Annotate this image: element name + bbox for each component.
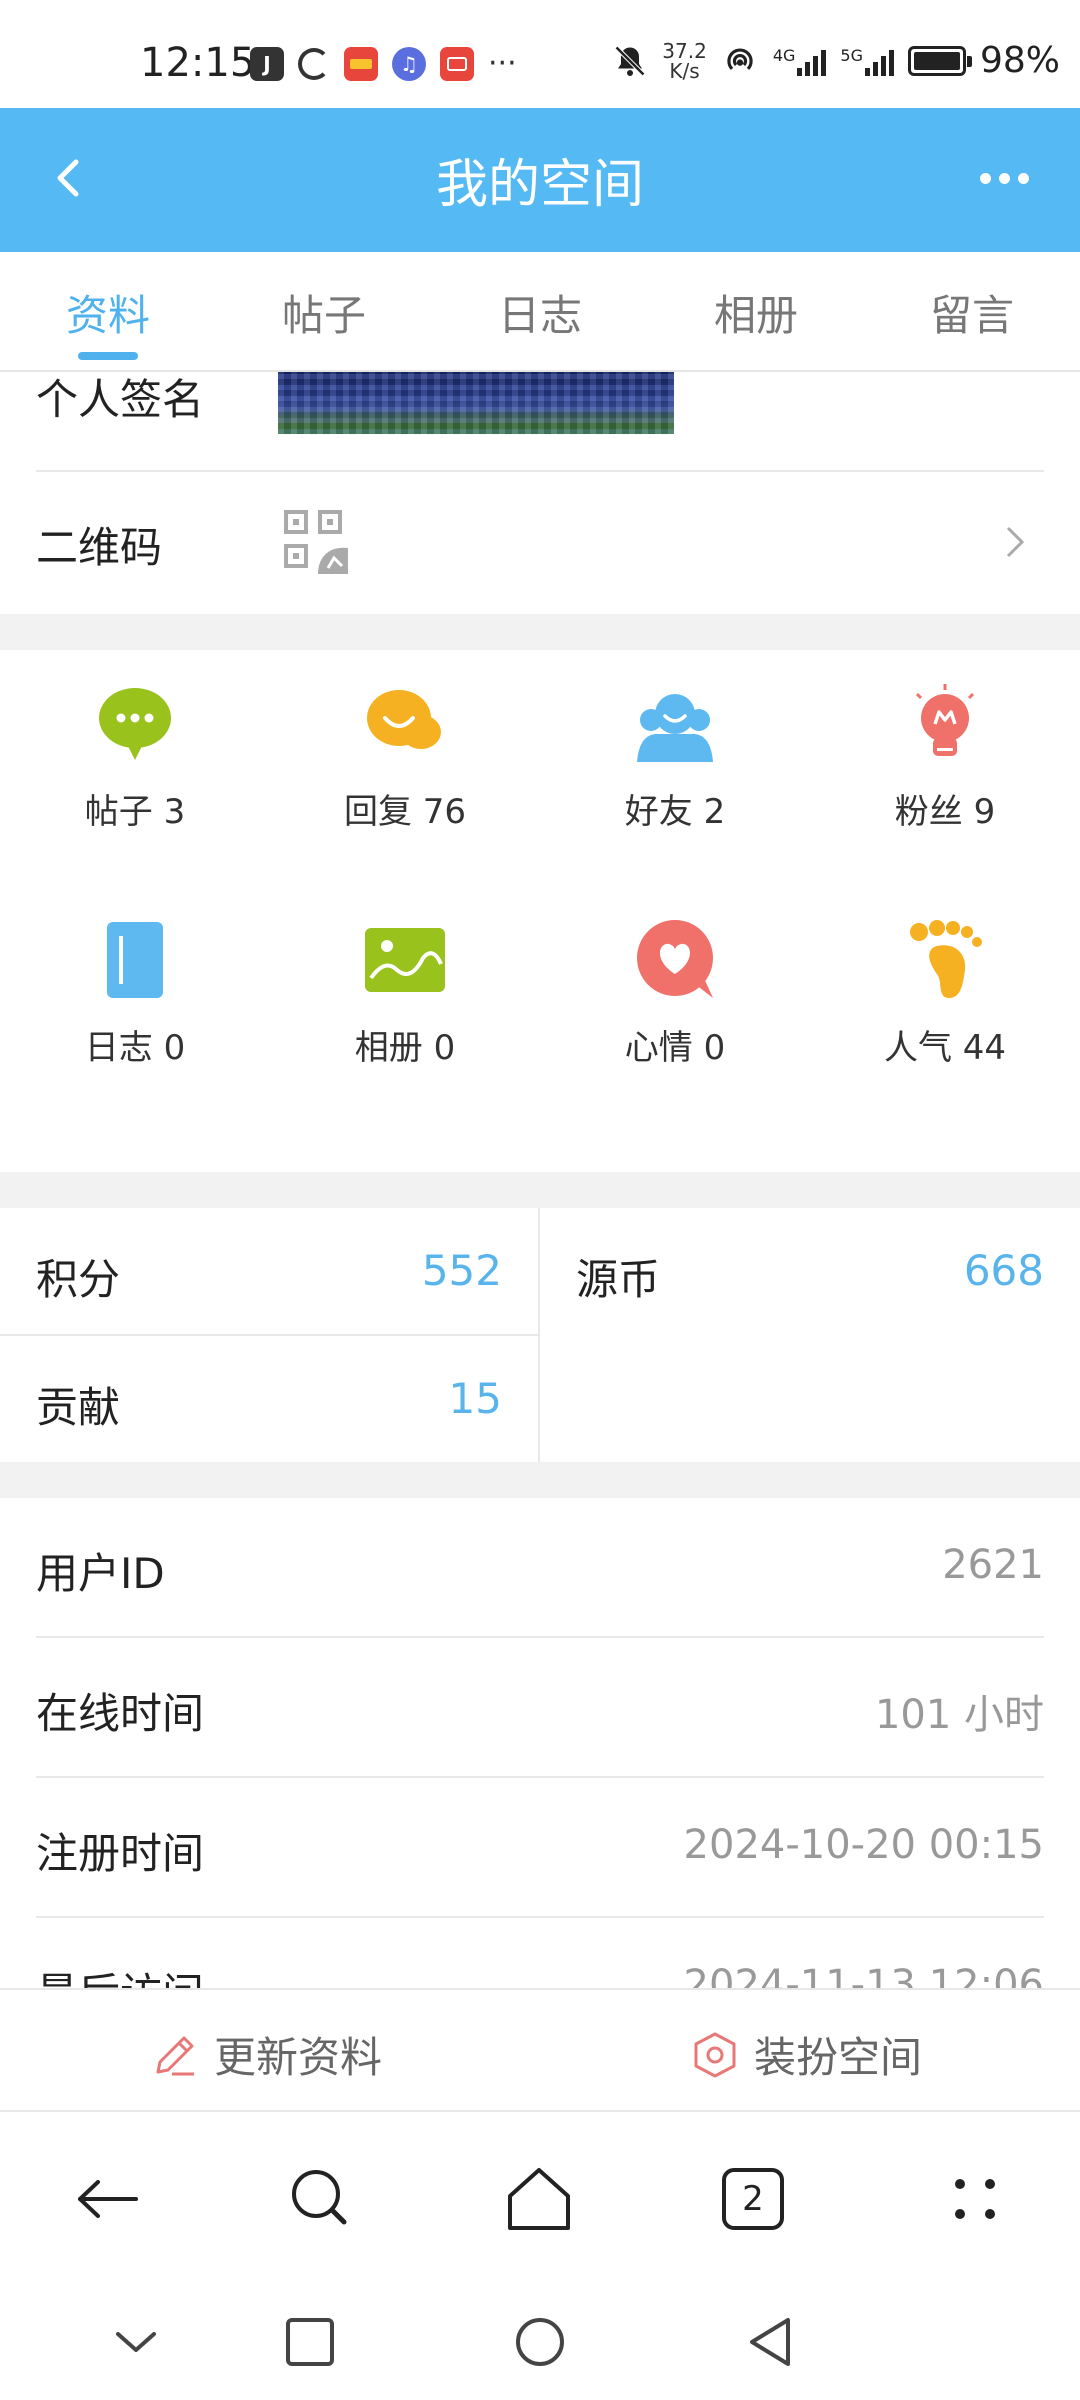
menu-dots-icon[interactable] [940, 2164, 1010, 2234]
more-menu-icon[interactable] [980, 160, 1040, 196]
update-profile-label: 更新资料 [214, 2033, 383, 2082]
divider [36, 470, 1044, 472]
tabs-count-button[interactable]: 2 [722, 2168, 784, 2230]
app-j-icon: J [250, 46, 284, 81]
huawei-store-icon [440, 46, 474, 81]
footprint-icon [910, 920, 982, 998]
net-speed: 37.2 K/s [662, 38, 707, 83]
signal-4g-icon: 4G [773, 46, 827, 76]
browser-toolbar: 2 [0, 2112, 1080, 2284]
divider [0, 1334, 538, 1336]
gongxian-value: 15 [448, 1374, 502, 1423]
search-icon[interactable] [286, 2164, 356, 2234]
battery-icon [907, 45, 972, 76]
home-icon[interactable] [504, 2164, 574, 2234]
music-icon: ♫ [392, 46, 426, 81]
stat-friends[interactable]: 好友 2 [540, 682, 810, 833]
speech-bubble-icon [99, 688, 171, 760]
signature-label: 个人签名 [36, 375, 205, 424]
divider [36, 1776, 1044, 1778]
loading-circle-icon [298, 47, 330, 80]
stat-fans[interactable]: 粉丝 9 [810, 682, 1080, 833]
pencil-icon [156, 2036, 194, 2075]
stat-albums[interactable]: 相册 0 [270, 918, 540, 1069]
tab-albums[interactable]: 相册 [648, 252, 864, 370]
photo-icon [365, 928, 445, 992]
online-time-value: 101 小时 [874, 1692, 1044, 1738]
hexagon-settings-icon [694, 2032, 736, 2077]
system-nav-bar [0, 2284, 1080, 2400]
section-gap [0, 614, 1080, 650]
qrcode-row[interactable]: 二维码 [36, 514, 1044, 575]
home-circle-icon[interactable] [512, 2314, 568, 2370]
divider [36, 1916, 1044, 1918]
chevron-right-icon[interactable] [1002, 522, 1030, 562]
notification-icons: J ♫ ··· [250, 46, 517, 81]
status-right: 37.2 K/s 4G 5G 98% [612, 40, 1060, 81]
action-bar: 更新资料 装扮空间 [0, 1988, 1080, 2112]
divider [538, 1208, 540, 1462]
qrcode-label: 二维码 [36, 523, 163, 572]
section-gap [0, 1462, 1080, 1498]
status-time: 12:15 [140, 40, 256, 86]
qrcode-icon [284, 510, 348, 574]
register-time-value: 2024-10-20 00:15 [683, 1822, 1044, 1868]
register-time-label: 注册时间 [36, 1829, 205, 1878]
lightbulb-icon [915, 684, 975, 756]
jifen-label: 积分 [36, 1255, 121, 1304]
points-panel: 积分 552 源币 668 贡献 15 [0, 1208, 1080, 1462]
stats-grid: 帖子 3 回复 76 好友 2 粉丝 9 日志 0 相册 0 心情 0 人气 4… [0, 662, 1080, 1182]
user-id-value: 2621 [942, 1542, 1044, 1588]
app-red-icon [344, 46, 378, 81]
gongxian-label: 贡献 [36, 1383, 121, 1432]
signature-image [278, 372, 674, 434]
back-triangle-icon[interactable] [742, 2314, 798, 2370]
stat-popularity[interactable]: 人气 44 [810, 918, 1080, 1069]
notebook-icon [107, 922, 163, 998]
tab-bar: 资料 帖子 日志 相册 留言 [0, 252, 1080, 372]
tab-logs[interactable]: 日志 [432, 252, 648, 370]
dress-space-button[interactable]: 装扮空间 [690, 2024, 922, 2085]
recents-square-icon[interactable] [282, 2314, 338, 2370]
battery-percent: 98% [979, 40, 1060, 81]
hotspot-icon [727, 48, 753, 70]
last-visit-value: 2024-11-13 12:06 [683, 1962, 1044, 1988]
signal-5g-icon: 5G [840, 46, 894, 76]
reply-bubbles-icon [367, 690, 441, 749]
stat-posts[interactable]: 帖子 3 [0, 682, 270, 833]
status-bar: 12:15 J ♫ ··· 37.2 K/s 4G 5G 98% [0, 0, 1080, 108]
chevron-down-icon[interactable] [108, 2314, 164, 2370]
more-notifications-icon: ··· [488, 46, 517, 81]
tab-posts[interactable]: 帖子 [216, 252, 432, 370]
mute-bell-icon [615, 45, 646, 76]
last-visit-label: 最后访问 [36, 1960, 204, 1988]
section-gap [0, 1172, 1080, 1208]
back-arrow-icon[interactable] [72, 2164, 142, 2234]
online-time-label: 在线时间 [36, 1689, 205, 1738]
stat-mood[interactable]: 心情 0 [540, 918, 810, 1069]
app-header: 我的空间 [0, 108, 1080, 252]
tab-messages[interactable]: 留言 [864, 252, 1080, 370]
profile-content[interactable]: 个人签名 二维码 帖子 3 回复 76 好友 2 粉丝 9 日志 0 相册 0 … [0, 372, 1080, 1988]
user-id-label: 用户ID [36, 1549, 165, 1598]
heart-bubble-icon [637, 920, 713, 998]
stat-logs[interactable]: 日志 0 [0, 918, 270, 1069]
dress-space-label: 装扮空间 [754, 2033, 923, 2082]
friends-icon [637, 694, 713, 762]
jifen-value: 552 [421, 1246, 502, 1295]
update-profile-button[interactable]: 更新资料 [150, 2024, 382, 2085]
divider [36, 1636, 1044, 1638]
stat-replies[interactable]: 回复 76 [270, 682, 540, 833]
tab-profile[interactable]: 资料 [0, 252, 216, 370]
yuanbi-label: 源币 [576, 1255, 661, 1304]
page-title: 我的空间 [435, 155, 644, 215]
yuanbi-value: 668 [963, 1246, 1044, 1295]
